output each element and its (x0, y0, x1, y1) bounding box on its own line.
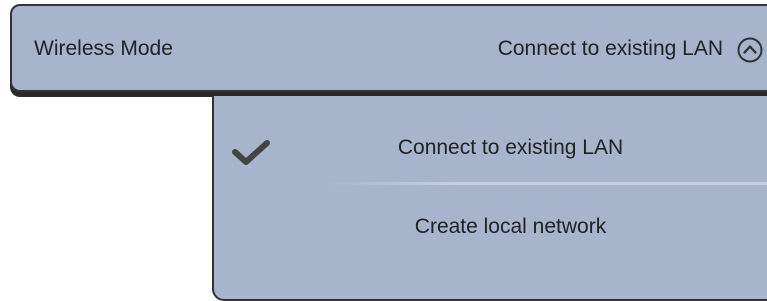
option-create-local-network[interactable]: Create local network (214, 215, 767, 239)
wireless-mode-selector[interactable]: Wireless Mode Connect to existing LAN (10, 4, 767, 92)
wireless-mode-settings: Wireless Mode Connect to existing LAN Co… (0, 0, 767, 301)
chevron-up-circle-icon[interactable] (736, 36, 764, 64)
wireless-mode-label: Wireless Mode (34, 37, 173, 60)
option-divider (324, 182, 767, 185)
wireless-mode-dropdown: Connect to existing LAN Create local net… (212, 96, 767, 301)
option-connect-to-existing-lan[interactable]: Connect to existing LAN (214, 136, 767, 160)
wireless-mode-current-value[interactable]: Connect to existing LAN (498, 37, 723, 61)
